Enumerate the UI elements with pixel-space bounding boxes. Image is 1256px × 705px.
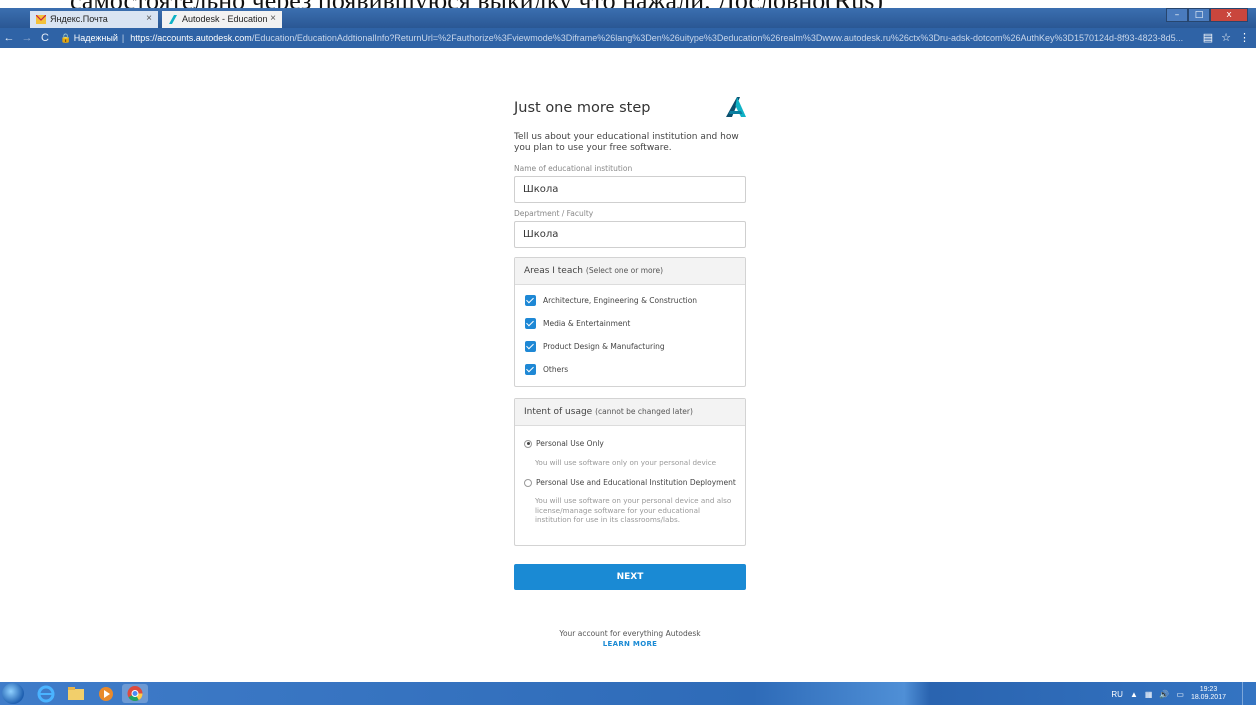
url-separator: | xyxy=(121,33,125,43)
network-icon[interactable]: ▦ xyxy=(1145,690,1153,699)
browser-tab-bar: Яндекс.Почта × Autodesk - Education × – … xyxy=(0,8,1256,28)
address-bar: ← → C 🔒 Надежный | https://accounts.auto… xyxy=(0,28,1256,48)
checkbox-checked-icon[interactable] xyxy=(525,363,536,375)
forward-arrow-icon[interactable]: → xyxy=(18,32,36,44)
clock-date: 18.09.2017 xyxy=(1190,694,1226,701)
institution-label: Name of educational institution xyxy=(514,164,633,173)
checkbox-checked-icon[interactable] xyxy=(525,340,536,352)
system-tray: RU ▲ ▦ 🔊 ▭ 19:23 18.09.2017 xyxy=(1111,686,1226,702)
radio-unselected-icon[interactable] xyxy=(524,478,532,487)
intent-option-deployment[interactable]: Personal Use and Educational Institution… xyxy=(524,478,736,487)
back-arrow-icon[interactable]: ← xyxy=(0,32,18,44)
intent-option-help: You will use software on your personal d… xyxy=(535,496,732,524)
reload-icon[interactable]: C xyxy=(36,32,54,44)
checkbox-checked-icon[interactable] xyxy=(525,317,536,329)
areas-heading-text: Areas I teach xyxy=(524,266,584,276)
area-option-label: Product Design & Manufacturing xyxy=(543,341,665,351)
minimize-button[interactable]: – xyxy=(1166,8,1188,22)
footer-text: Your account for everything Autodesk xyxy=(559,629,701,638)
internet-explorer-icon[interactable] xyxy=(36,684,56,703)
area-option-label: Others xyxy=(543,364,569,374)
intent-heading-text: Intent of usage xyxy=(524,407,593,417)
url-host: https://accounts.autodesk.com xyxy=(130,33,252,43)
tab-label: Autodesk - Education xyxy=(182,14,268,24)
areas-panel: Areas I teach (Select one or more) Archi… xyxy=(514,257,746,387)
translate-icon[interactable]: ▤ xyxy=(1203,31,1213,44)
intent-option-label: Personal Use Only xyxy=(536,439,604,448)
areas-heading: Areas I teach (Select one or more) xyxy=(515,258,745,285)
menu-icon[interactable]: ⋮ xyxy=(1239,31,1250,44)
url-field[interactable]: https://accounts.autodesk.com/Education/… xyxy=(130,33,1230,43)
window-controls: – □ x xyxy=(1166,8,1248,22)
tray-expand-icon[interactable]: ▲ xyxy=(1130,690,1138,699)
tab-autodesk-education[interactable]: Autodesk - Education × xyxy=(162,11,282,28)
tab-yandex-mail[interactable]: Яндекс.Почта × xyxy=(30,11,158,28)
chrome-icon[interactable] xyxy=(122,684,148,703)
language-indicator[interactable]: RU xyxy=(1111,690,1123,699)
bookmark-star-icon[interactable]: ☆ xyxy=(1221,31,1231,44)
clipped-caption-text: самостоятельно через появившуюся выкидку… xyxy=(0,0,1256,8)
tab-label: Яндекс.Почта xyxy=(50,14,108,24)
notification-icon[interactable]: ▭ xyxy=(1176,690,1184,699)
file-explorer-icon[interactable] xyxy=(66,684,86,703)
next-button[interactable]: NEXT xyxy=(514,564,746,590)
tab-close-icon[interactable]: × xyxy=(146,13,152,24)
intent-heading-sub: (cannot be changed later) xyxy=(595,407,693,416)
area-option-others[interactable]: Others xyxy=(525,363,568,375)
page-description: Tell us about your educational instituti… xyxy=(514,132,739,153)
taskbar-clock[interactable]: 19:23 18.09.2017 xyxy=(1191,686,1226,702)
yandex-mail-icon xyxy=(36,15,46,24)
area-option-label: Architecture, Engineering & Construction xyxy=(543,295,698,305)
checkbox-checked-icon[interactable] xyxy=(525,294,536,306)
intent-heading: Intent of usage (cannot be changed later… xyxy=(515,399,745,426)
radio-selected-icon[interactable] xyxy=(524,439,532,448)
area-option-media[interactable]: Media & Entertainment xyxy=(525,317,630,329)
intent-panel: Intent of usage (cannot be changed later… xyxy=(514,398,746,546)
intent-option-label: Personal Use and Educational Institution… xyxy=(536,478,736,487)
page-title: Just one more step xyxy=(514,100,651,116)
address-bar-actions: ▤ ☆ ⋮ xyxy=(1203,31,1250,44)
url-path: /Education/EducationAddtionalInfo?Return… xyxy=(251,33,1184,43)
start-button[interactable] xyxy=(2,683,24,704)
area-option-label: Media & Entertainment xyxy=(543,318,631,328)
clock-time: 19:23 xyxy=(1199,686,1218,693)
autodesk-logo-icon xyxy=(726,97,746,117)
volume-icon[interactable]: 🔊 xyxy=(1159,690,1169,699)
learn-more-link[interactable]: LEARN MORE xyxy=(514,640,746,648)
tab-close-icon[interactable]: × xyxy=(270,13,276,24)
close-window-button[interactable]: x xyxy=(1210,8,1248,22)
lock-icon: 🔒 xyxy=(60,32,72,43)
secure-label: Надежный xyxy=(73,32,118,43)
intent-option-personal[interactable]: Personal Use Only xyxy=(524,439,604,448)
autodesk-favicon-icon xyxy=(169,15,177,24)
maximize-button[interactable]: □ xyxy=(1188,8,1210,22)
media-player-icon[interactable] xyxy=(96,684,116,703)
intent-option-help: You will use software only on your perso… xyxy=(535,458,717,467)
institution-input[interactable]: Школа xyxy=(514,176,746,203)
secure-indicator[interactable]: 🔒 Надежный xyxy=(60,33,118,44)
windows-taskbar: RU ▲ ▦ 🔊 ▭ 19:23 18.09.2017 xyxy=(0,682,1256,705)
area-option-aec[interactable]: Architecture, Engineering & Construction xyxy=(525,294,697,306)
show-desktop-button[interactable] xyxy=(1242,682,1256,705)
department-input[interactable]: Школа xyxy=(514,221,746,248)
areas-heading-sub: (Select one or more) xyxy=(585,266,664,275)
area-option-product-design[interactable]: Product Design & Manufacturing xyxy=(525,340,665,352)
department-label: Department / Faculty xyxy=(514,209,594,218)
